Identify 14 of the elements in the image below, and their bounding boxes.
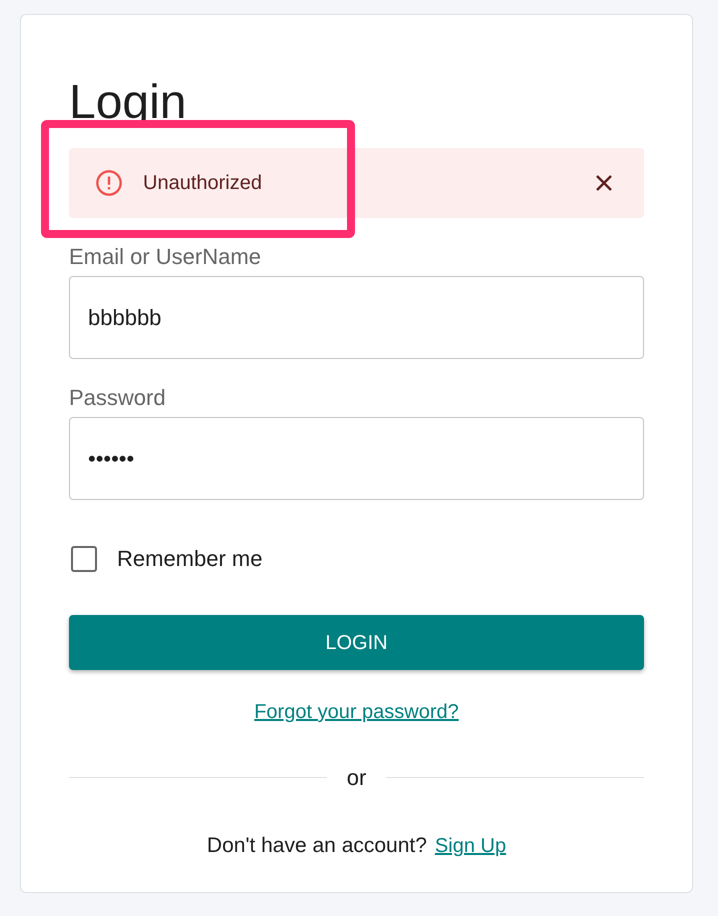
checkbox[interactable] bbox=[71, 546, 97, 572]
error-message: Unauthorized bbox=[143, 171, 262, 196]
signup-prompt: Don't have an account? bbox=[206, 833, 427, 859]
input-field[interactable]: bbbbbb bbox=[69, 276, 644, 359]
close-icon bbox=[595, 174, 613, 192]
checkbox-label: Remember me bbox=[117, 545, 262, 573]
divider-text: or bbox=[346, 764, 366, 792]
sign-up-link[interactable]: Sign Up bbox=[434, 831, 506, 861]
forgot-password-link[interactable]: Forgot your password? bbox=[254, 697, 459, 727]
field-label: Email or UserName bbox=[69, 246, 262, 268]
login-button[interactable]: LOGIN bbox=[69, 615, 644, 670]
error-icon bbox=[95, 169, 123, 197]
input-field[interactable]: •••••• bbox=[69, 417, 644, 500]
field-label: Password bbox=[69, 387, 167, 409]
